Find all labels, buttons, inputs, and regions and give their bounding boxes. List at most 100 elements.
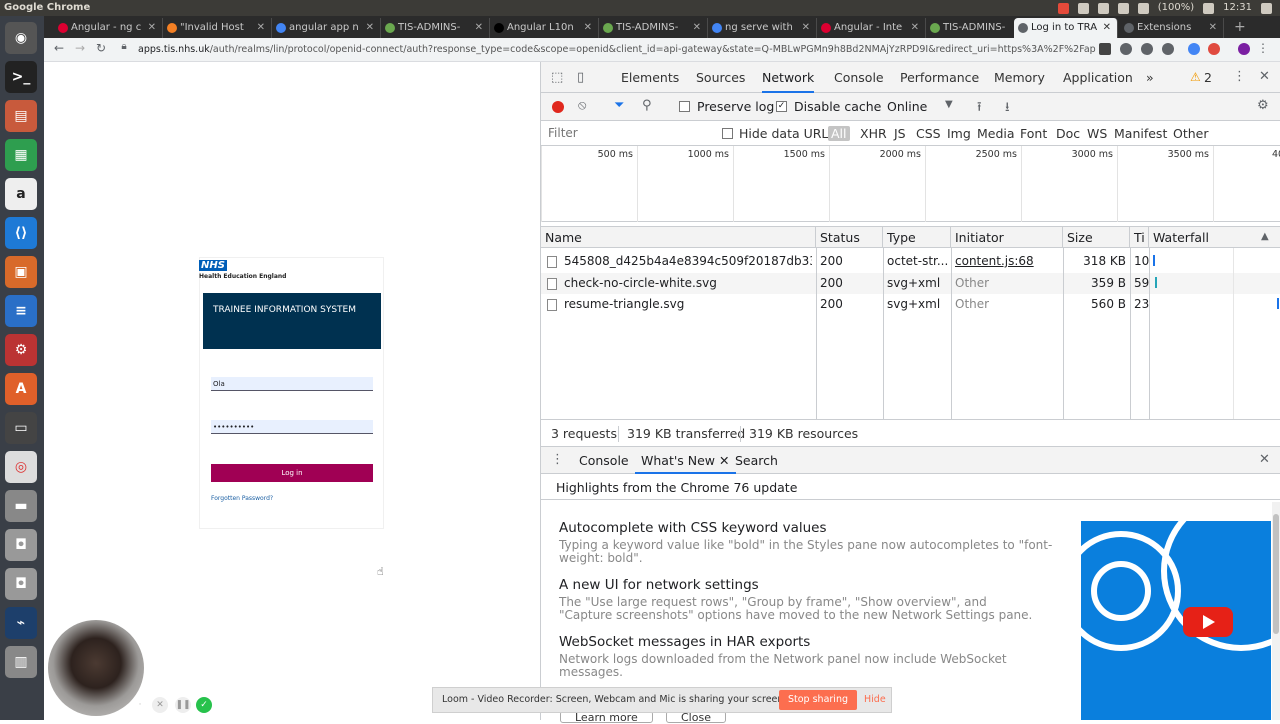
col-name[interactable]: Name: [541, 227, 816, 247]
table-row[interactable]: resume-triangle.svg 200 svg+xml Other 56…: [541, 294, 1280, 315]
drive-icon[interactable]: ▬: [5, 490, 37, 522]
filter-js[interactable]: JS: [894, 126, 906, 141]
reload-icon[interactable]: ↻: [94, 41, 108, 55]
close-drawer-icon[interactable]: ✕: [1259, 452, 1270, 467]
lock-icon[interactable]: 🔒︎: [117, 41, 131, 52]
printer-icon[interactable]: ▥: [5, 646, 37, 678]
avatar[interactable]: [1238, 43, 1250, 55]
amazon-icon[interactable]: a: [5, 178, 37, 210]
col-size[interactable]: Size: [1063, 227, 1130, 247]
network-settings-icon[interactable]: ⚙: [1257, 98, 1269, 113]
software-center-icon[interactable]: A: [5, 373, 37, 405]
filter-manifest[interactable]: Manifest: [1114, 126, 1167, 141]
settings-icon[interactable]: ⚙: [5, 334, 37, 366]
drawer-tab-whats-new[interactable]: What's New ✕: [635, 447, 736, 474]
close-devtools-icon[interactable]: ✕: [1259, 69, 1270, 84]
scrollbar-thumb[interactable]: [1273, 514, 1279, 634]
cast-icon[interactable]: [1099, 43, 1111, 55]
whats-new-item[interactable]: Autocomplete with CSS keyword values Typ…: [559, 520, 1059, 565]
tab-3[interactable]: TIS-ADMINS- ✕: [381, 18, 490, 38]
devtools-menu-icon[interactable]: ⋮: [1233, 69, 1246, 84]
network-icon[interactable]: [1097, 2, 1109, 14]
clock[interactable]: 12:31: [1223, 0, 1252, 16]
whats-new-item[interactable]: WebSocket messages in HAR exports Networ…: [559, 634, 1029, 679]
import-har-icon[interactable]: ⭱: [977, 98, 982, 120]
menu-icon[interactable]: ⋮: [1256, 41, 1270, 55]
table-row[interactable]: 545808_d425b4a4e8394c509f20187db332... 2…: [541, 251, 1280, 272]
inspect-element-icon[interactable]: ⬚: [551, 70, 563, 85]
col-type[interactable]: Type: [883, 227, 951, 247]
drawer-tab-console[interactable]: Console: [579, 453, 629, 468]
col-initiator[interactable]: Initiator: [951, 227, 1063, 247]
password-field[interactable]: ••••••••••: [211, 420, 373, 434]
tab-console[interactable]: Console: [834, 62, 884, 93]
close-icon[interactable]: ✕: [1103, 18, 1111, 38]
vscode-icon[interactable]: ⟨⟩: [5, 217, 37, 249]
network-overview[interactable]: 500 ms 1000 ms 1500 ms 2000 ms 2500 ms 3…: [541, 146, 1280, 222]
clear-icon[interactable]: ⦸: [578, 98, 586, 113]
impress-icon[interactable]: ▣: [5, 256, 37, 288]
volume-icon[interactable]: [1203, 2, 1215, 14]
throttle-select[interactable]: Online: [887, 99, 927, 114]
tab-0[interactable]: Angular - ng c ✕: [54, 18, 163, 38]
forward-icon[interactable]: →: [73, 41, 87, 55]
filter-css[interactable]: CSS: [916, 126, 941, 141]
tab-1[interactable]: "Invalid Host ✕: [163, 18, 272, 38]
filter-ws[interactable]: WS: [1087, 126, 1107, 141]
col-time[interactable]: Ti: [1130, 227, 1149, 247]
chrome-icon[interactable]: ◎: [5, 451, 37, 483]
warning-count[interactable]: 2: [1204, 62, 1212, 93]
keyboard-icon[interactable]: [1077, 2, 1089, 14]
filter-other[interactable]: Other: [1173, 126, 1209, 141]
tab-4[interactable]: Angular L10n ✕: [490, 18, 599, 38]
extension-g-icon[interactable]: [1188, 43, 1200, 55]
search-icon[interactable]: ⚲: [642, 98, 652, 113]
close-icon[interactable]: ✕: [584, 18, 592, 38]
tab-sources[interactable]: Sources: [696, 62, 745, 93]
star-icon[interactable]: [1162, 43, 1174, 55]
battery-icon[interactable]: [1137, 2, 1149, 14]
filter-all[interactable]: All: [828, 126, 850, 141]
tab-application[interactable]: Application: [1063, 62, 1133, 93]
tab-2[interactable]: angular app n ✕: [272, 18, 381, 38]
writer-icon[interactable]: ≡: [5, 295, 37, 327]
camera-icon[interactable]: ◘: [5, 529, 37, 561]
record-indicator-icon[interactable]: [1057, 2, 1069, 14]
username-field[interactable]: Ola: [211, 377, 373, 391]
tab-7[interactable]: Angular - Inte ✕: [817, 18, 926, 38]
device-toolbar-icon[interactable]: ▯: [577, 70, 584, 85]
drawer-menu-icon[interactable]: ⋮: [551, 452, 564, 467]
pause-icon[interactable]: ❚❚: [175, 697, 191, 713]
mysql-workbench-icon[interactable]: ⌁: [5, 607, 37, 639]
drawer-scrollbar[interactable]: [1272, 502, 1280, 720]
spreadsheet-icon[interactable]: ▦: [5, 139, 37, 171]
new-tab-icon[interactable]: +: [1234, 18, 1246, 36]
close-icon[interactable]: ✕: [719, 453, 729, 468]
finish-recording-icon[interactable]: ✓: [196, 697, 212, 713]
forgot-password-link[interactable]: Forgotten Password?: [211, 495, 273, 502]
power-icon[interactable]: [1261, 2, 1272, 14]
youtube-play-icon[interactable]: [1183, 607, 1233, 637]
export-har-icon[interactable]: ⭳: [1005, 98, 1010, 120]
workspace-icon[interactable]: ▭: [5, 412, 37, 444]
col-status[interactable]: Status: [816, 227, 883, 247]
cancel-recording-icon[interactable]: ✕: [152, 697, 168, 713]
record-icon[interactable]: [552, 101, 564, 113]
drawer-tab-search[interactable]: Search: [735, 453, 778, 468]
dropdown-arrow-icon[interactable]: ▼: [945, 99, 953, 110]
hide-button[interactable]: Hide: [864, 694, 886, 705]
tab-performance[interactable]: Performance: [900, 62, 979, 93]
close-icon[interactable]: ✕: [911, 18, 919, 38]
request-initiator[interactable]: content.js:68: [955, 254, 1034, 268]
tab-elements[interactable]: Elements: [621, 62, 679, 93]
disable-cache-checkbox[interactable]: ✓: [776, 101, 787, 112]
stop-sharing-button[interactable]: Stop sharing: [779, 690, 857, 710]
filter-input[interactable]: [545, 124, 709, 142]
dash-icon[interactable]: ◉: [5, 22, 37, 54]
tab-9-active[interactable]: Log in to TRA ✕: [1014, 18, 1118, 38]
url-field[interactable]: apps.tis.nhs.uk/auth/realms/lin/protocol…: [138, 42, 1096, 58]
filter-media[interactable]: Media: [977, 126, 1015, 141]
key-icon[interactable]: [1120, 43, 1132, 55]
login-button[interactable]: Log in: [211, 464, 373, 482]
tab-6[interactable]: ng serve with ✕: [708, 18, 817, 38]
